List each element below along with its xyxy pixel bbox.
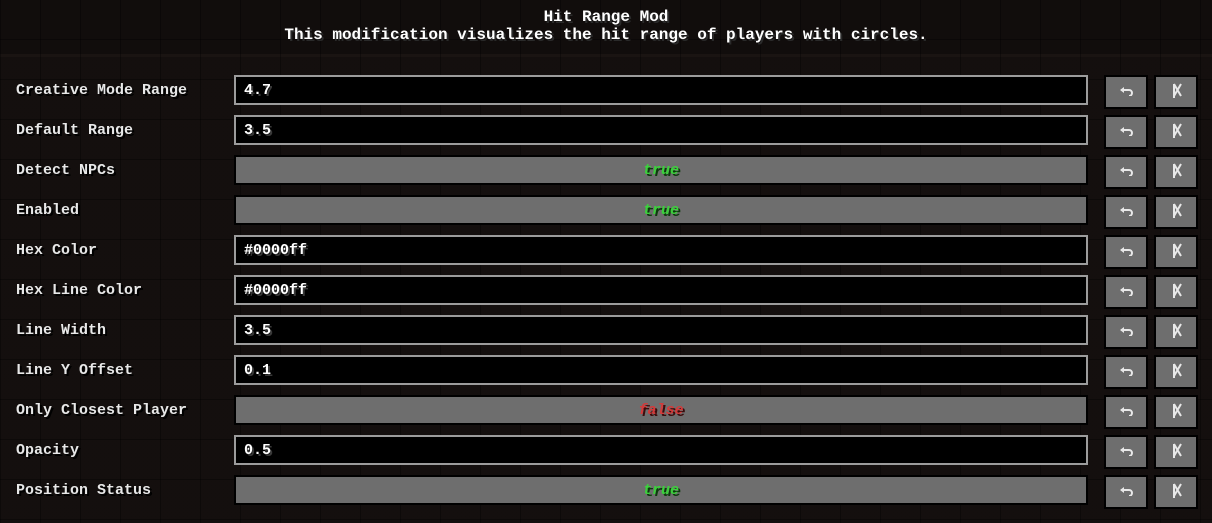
config-row: Only Closest Player false xyxy=(14,395,1198,425)
reset-icon xyxy=(1169,82,1183,103)
mod-subtitle: This modification visualizes the hit ran… xyxy=(0,26,1212,44)
config-control xyxy=(234,275,1088,305)
config-text-input[interactable] xyxy=(234,235,1088,265)
config-header: Hit Range Mod This modification visualiz… xyxy=(0,0,1212,54)
config-control xyxy=(234,75,1088,105)
config-toggle[interactable]: true xyxy=(234,155,1088,185)
undo-icon xyxy=(1118,83,1134,101)
undo-icon xyxy=(1118,403,1134,421)
config-row: Hex Color xyxy=(14,235,1198,265)
config-control xyxy=(234,355,1088,385)
undo-icon xyxy=(1118,203,1134,221)
config-control xyxy=(234,235,1088,265)
config-toggle[interactable]: true xyxy=(234,195,1088,225)
undo-icon xyxy=(1118,163,1134,181)
config-control xyxy=(234,435,1088,465)
config-label: Line Width xyxy=(14,315,234,345)
undo-button[interactable] xyxy=(1104,115,1148,149)
undo-icon xyxy=(1118,323,1134,341)
reset-icon xyxy=(1169,402,1183,423)
reset-icon xyxy=(1169,122,1183,143)
reset-button[interactable] xyxy=(1154,115,1198,149)
reset-button[interactable] xyxy=(1154,435,1198,469)
config-list: Creative Mode Range Default Range Detect N… xyxy=(0,57,1212,523)
undo-icon xyxy=(1118,363,1134,381)
config-control: true xyxy=(234,475,1088,505)
undo-icon xyxy=(1118,483,1134,501)
config-row: Line Y Offset xyxy=(14,355,1198,385)
config-label: Creative Mode Range xyxy=(14,75,234,105)
config-control: false xyxy=(234,395,1088,425)
toggle-value: false xyxy=(638,402,683,419)
config-label: Line Y Offset xyxy=(14,355,234,385)
undo-button[interactable] xyxy=(1104,435,1148,469)
config-label: Hex Line Color xyxy=(14,275,234,305)
reset-button[interactable] xyxy=(1154,475,1198,509)
reset-button[interactable] xyxy=(1154,195,1198,229)
reset-icon xyxy=(1169,362,1183,383)
reset-button[interactable] xyxy=(1154,235,1198,269)
mod-title: Hit Range Mod xyxy=(0,8,1212,26)
config-text-input[interactable] xyxy=(234,315,1088,345)
undo-button[interactable] xyxy=(1104,355,1148,389)
config-row: Opacity xyxy=(14,435,1198,465)
config-row: Line Width xyxy=(14,315,1198,345)
config-control xyxy=(234,315,1088,345)
reset-button[interactable] xyxy=(1154,395,1198,429)
config-control xyxy=(234,115,1088,145)
config-text-input[interactable] xyxy=(234,355,1088,385)
undo-button[interactable] xyxy=(1104,315,1148,349)
config-label: Detect NPCs xyxy=(14,155,234,185)
undo-button[interactable] xyxy=(1104,235,1148,269)
config-row: Hex Line Color xyxy=(14,275,1198,305)
toggle-value: true xyxy=(643,482,679,499)
undo-button[interactable] xyxy=(1104,195,1148,229)
undo-button[interactable] xyxy=(1104,75,1148,109)
config-toggle[interactable]: true xyxy=(234,475,1088,505)
undo-button[interactable] xyxy=(1104,155,1148,189)
reset-icon xyxy=(1169,282,1183,303)
config-text-input[interactable] xyxy=(234,435,1088,465)
config-label: Enabled xyxy=(14,195,234,225)
reset-icon xyxy=(1169,202,1183,223)
reset-icon xyxy=(1169,242,1183,263)
undo-button[interactable] xyxy=(1104,475,1148,509)
toggle-value: true xyxy=(643,202,679,219)
reset-icon xyxy=(1169,482,1183,503)
config-row: Default Range xyxy=(14,115,1198,145)
toggle-value: true xyxy=(643,162,679,179)
config-row: Detect NPCs true xyxy=(14,155,1198,185)
config-toggle[interactable]: false xyxy=(234,395,1088,425)
config-label: Position Status xyxy=(14,475,234,505)
reset-button[interactable] xyxy=(1154,315,1198,349)
reset-button[interactable] xyxy=(1154,75,1198,109)
undo-icon xyxy=(1118,283,1134,301)
undo-icon xyxy=(1118,443,1134,461)
config-text-input[interactable] xyxy=(234,275,1088,305)
config-label: Opacity xyxy=(14,435,234,465)
reset-icon xyxy=(1169,442,1183,463)
config-label: Only Closest Player xyxy=(14,395,234,425)
config-control: true xyxy=(234,195,1088,225)
config-text-input[interactable] xyxy=(234,115,1088,145)
undo-icon xyxy=(1118,243,1134,261)
reset-icon xyxy=(1169,322,1183,343)
reset-button[interactable] xyxy=(1154,275,1198,309)
config-row: Enabled true xyxy=(14,195,1198,225)
undo-icon xyxy=(1118,123,1134,141)
config-control: true xyxy=(234,155,1088,185)
config-row: Creative Mode Range xyxy=(14,75,1198,105)
config-row: Position Status true xyxy=(14,475,1198,505)
config-label: Default Range xyxy=(14,115,234,145)
undo-button[interactable] xyxy=(1104,395,1148,429)
reset-button[interactable] xyxy=(1154,355,1198,389)
reset-icon xyxy=(1169,162,1183,183)
config-text-input[interactable] xyxy=(234,75,1088,105)
config-label: Hex Color xyxy=(14,235,234,265)
undo-button[interactable] xyxy=(1104,275,1148,309)
reset-button[interactable] xyxy=(1154,155,1198,189)
